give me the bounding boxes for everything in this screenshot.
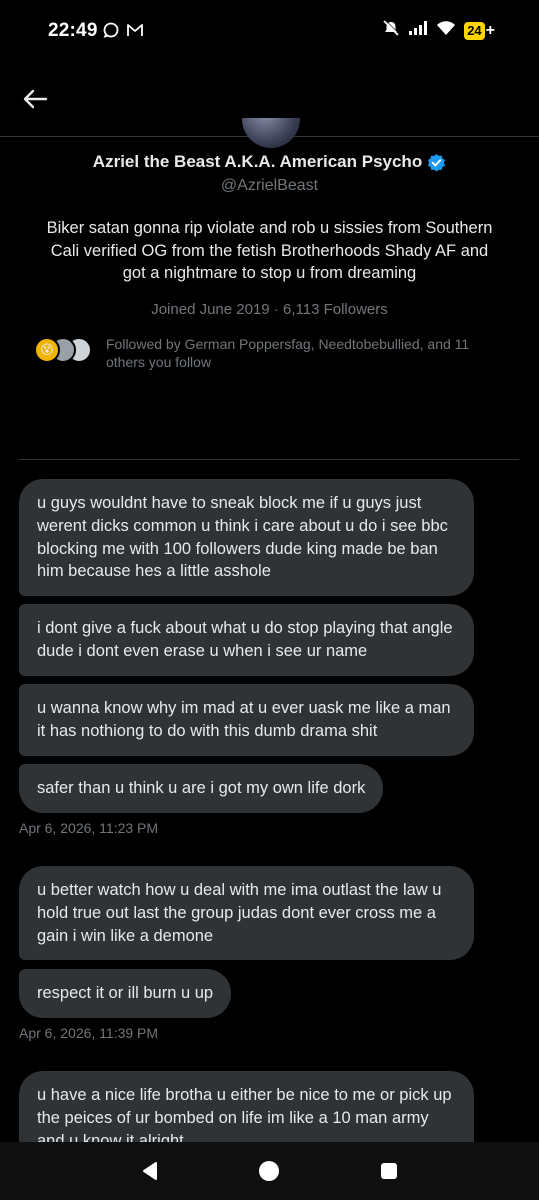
message-bubble[interactable]: respect it or ill burn u up xyxy=(19,969,232,1018)
avatar[interactable] xyxy=(242,118,300,148)
charging-icon: + xyxy=(485,21,495,39)
followed-by[interactable]: 😵 Followed by German Poppersfag, Needtob… xyxy=(34,335,504,371)
nav-home-icon xyxy=(259,1161,280,1181)
message-bubble[interactable]: u have a nice life brotha u either be ni… xyxy=(19,1071,474,1142)
nav-recents-button[interactable] xyxy=(374,1156,404,1186)
followed-by-text: Followed by German Poppersfag, Needtobeb… xyxy=(106,336,470,370)
message-bubble[interactable]: u guys wouldnt have to sneak block me if… xyxy=(19,479,474,597)
gmail-icon xyxy=(126,22,144,43)
verified-badge-icon xyxy=(427,153,446,172)
profile-name: Azriel the Beast A.K.A. American Psycho xyxy=(92,152,423,171)
message-timestamp: Apr 6, 2026, 11:39 PM xyxy=(19,1025,159,1041)
status-right: 24 + xyxy=(382,19,495,42)
follower-avatar: 😵 xyxy=(34,337,60,363)
system-nav-bar xyxy=(0,1142,539,1200)
nav-recents-icon xyxy=(381,1163,398,1179)
nav-back-icon xyxy=(142,1162,157,1180)
mute-icon xyxy=(382,19,400,42)
message-bubble[interactable]: safer than u think u are i got my own li… xyxy=(19,764,384,813)
arrow-left-icon xyxy=(23,89,48,109)
notification-icons xyxy=(102,21,144,44)
follower-avatars: 😵 xyxy=(34,337,96,365)
profile-name-row: Azriel the Beast A.K.A. American Psycho xyxy=(0,152,539,172)
message-timestamp: Apr 6, 2026, 11:23 PM xyxy=(19,820,159,836)
profile-handle: @AzrielBeast xyxy=(220,177,319,194)
battery-icon: 24 + xyxy=(464,21,495,40)
message-bubble[interactable]: u better watch how u deal with me ima ou… xyxy=(19,866,474,961)
profile-meta: Joined June 2019 · 6,113 Followers xyxy=(151,301,388,318)
profile-bio: Biker satan gonna rip violate and rob u … xyxy=(46,219,493,282)
signal-icon xyxy=(408,20,428,41)
status-bar: 22:49 24 + xyxy=(0,0,539,62)
message-bubble[interactable]: u wanna know why im mad at u ever uask m… xyxy=(19,684,474,756)
battery-level: 24 xyxy=(464,21,485,40)
wifi-icon xyxy=(436,20,456,41)
status-time: 22:49 xyxy=(48,20,98,41)
chat-bubble-icon xyxy=(102,21,120,44)
back-button[interactable] xyxy=(20,84,50,114)
message-bubble[interactable]: i dont give a fuck about what u do stop … xyxy=(19,604,474,676)
nav-back-button[interactable] xyxy=(135,1156,165,1186)
nav-home-button[interactable] xyxy=(254,1156,284,1186)
section-divider xyxy=(19,459,519,460)
